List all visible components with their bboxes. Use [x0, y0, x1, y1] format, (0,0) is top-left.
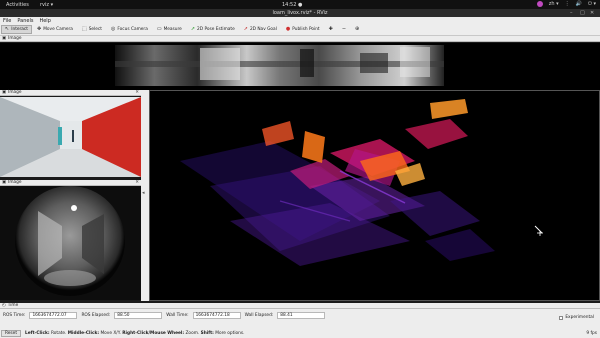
panel-icon: ▣ [2, 180, 7, 185]
maximize-icon[interactable]: □ [580, 10, 585, 16]
panel-title: Image [8, 90, 22, 95]
green-arrow-icon: ➚ [190, 26, 196, 32]
collapse-arrow-icon[interactable]: ◂ [142, 190, 145, 196]
panorama-image-view[interactable] [0, 43, 600, 90]
profile-icon[interactable] [536, 1, 543, 7]
ruler-icon: ▭ [156, 26, 162, 32]
menu-file[interactable]: File [3, 18, 11, 24]
fisheye-camera-image [0, 186, 141, 300]
add-tool-button[interactable]: ✚ [325, 25, 337, 34]
wall-elapsed-label: Wall Elapsed: [244, 313, 274, 318]
select-tool-button[interactable]: ⬚ Select [78, 25, 106, 34]
panel-icon: ▣ [2, 36, 7, 41]
checkbox-box[interactable] [559, 315, 564, 320]
fps-readout: 9 fps [586, 331, 597, 336]
menu-panels[interactable]: Panels [17, 18, 33, 24]
minimize-icon[interactable]: – [570, 10, 573, 16]
power-menu-icon[interactable]: ⏻ ▾ [588, 1, 596, 7]
input-method[interactable]: zh ▾ [549, 1, 559, 7]
ros-elapsed-label: ROS Elapsed: [81, 313, 111, 318]
clock-icon: ◴ [2, 303, 6, 308]
move-icon: ✥ [36, 26, 42, 32]
red-arrow-icon: ➚ [243, 26, 248, 32]
panel-title: Image [8, 180, 22, 185]
wall-elapsed-field[interactable]: 88.41 [277, 312, 326, 319]
clock[interactable]: 14:52 ● [282, 2, 302, 8]
time-panel-title: Time [7, 303, 19, 308]
volume-icon[interactable]: 🔊 [576, 1, 582, 7]
window-title: loam_livox.rviz* - RViz [272, 10, 328, 16]
status-bar: Reset Left-Click: Rotate. Middle-Click: … [0, 329, 600, 338]
pose-estimate-tool-button[interactable]: ➚ 2D Pose Estimate [187, 25, 239, 34]
panel-close-icon[interactable]: ✕ [135, 180, 139, 185]
network-icon[interactable]: ⋮ [565, 1, 570, 7]
interact-tool-button[interactable]: ↖ Interact [1, 25, 32, 34]
wall-time-label: Wall Time: [166, 313, 189, 318]
time-fields: ROS Time: 1663674772.07 ROS Elapsed: 88.… [3, 312, 326, 319]
activities-button[interactable]: Activities [6, 2, 29, 8]
fisheye-camera-image-view[interactable] [0, 186, 141, 300]
window-titlebar: loam_livox.rviz* - RViz – □ ✕ [0, 9, 600, 17]
panel-title: Image [8, 36, 22, 41]
rviz-toolbar: ↖ Interact ✥ Move Camera ⬚ Select ◎ Focu… [0, 24, 600, 36]
focus-icon: ◎ [110, 26, 116, 32]
measure-tool-button[interactable]: ▭ Measure [153, 25, 186, 34]
focus-camera-tool-button[interactable]: ◎ Focus Camera [107, 25, 152, 34]
panel-close-icon[interactable]: ✕ [135, 90, 139, 95]
publish-point-tool-button[interactable]: ● Publish Point [282, 25, 324, 34]
remove-tool-button[interactable]: − [338, 25, 350, 34]
corridor-camera-image [0, 97, 141, 177]
nav-goal-tool-button[interactable]: ➚ 2D Nav Goal [240, 25, 281, 34]
corridor-camera-image-view[interactable] [0, 97, 141, 177]
left-image-panel-1-header[interactable]: ▣ Image ✕ [0, 90, 141, 96]
system-top-bar: Activities rviz ▾ 14:52 ● zh ▾ ⋮ 🔊 ⏻ ▾ [0, 0, 600, 9]
minus-icon: − [341, 26, 347, 32]
menu-bar: File Panels Help [0, 17, 600, 24]
move-camera-tool-button[interactable]: ✥ Move Camera [33, 25, 77, 34]
ros-time-field[interactable]: 1663674772.07 [29, 312, 78, 319]
panel-icon: ▣ [2, 90, 7, 95]
system-tray: zh ▾ ⋮ 🔊 ⏻ ▾ [536, 1, 596, 7]
cursor-icon: ↖ [5, 26, 10, 32]
app-menu[interactable]: rviz ▾ [40, 2, 53, 8]
mouse-hint-text: Left-Click: Rotate. Middle-Click: Move X… [25, 331, 245, 336]
top-image-panel-header[interactable]: ▣ Image [0, 36, 600, 42]
menu-help[interactable]: Help [39, 18, 50, 24]
select-icon: ⬚ [81, 26, 87, 32]
3d-render-view[interactable] [149, 90, 600, 301]
crosshair-icon: ⊕ [355, 26, 360, 32]
close-icon[interactable]: ✕ [590, 10, 594, 16]
plus-icon: ✚ [328, 26, 333, 32]
experimental-label: Experimental [565, 315, 594, 320]
experimental-checkbox[interactable]: Experimental [559, 315, 594, 320]
tool-properties-button[interactable]: ⊕ [351, 25, 363, 34]
reset-button[interactable]: Reset [1, 330, 22, 337]
ros-elapsed-field[interactable]: 88.50 [114, 312, 163, 319]
map-pin-icon: ● [285, 26, 291, 32]
pointcloud-render [150, 91, 599, 300]
panel-splitter[interactable]: ◂ [141, 90, 149, 301]
panorama-lidar-image [115, 45, 444, 86]
wall-time-field[interactable]: 1663674772.18 [192, 312, 241, 319]
ros-time-label: ROS Time: [3, 313, 26, 318]
